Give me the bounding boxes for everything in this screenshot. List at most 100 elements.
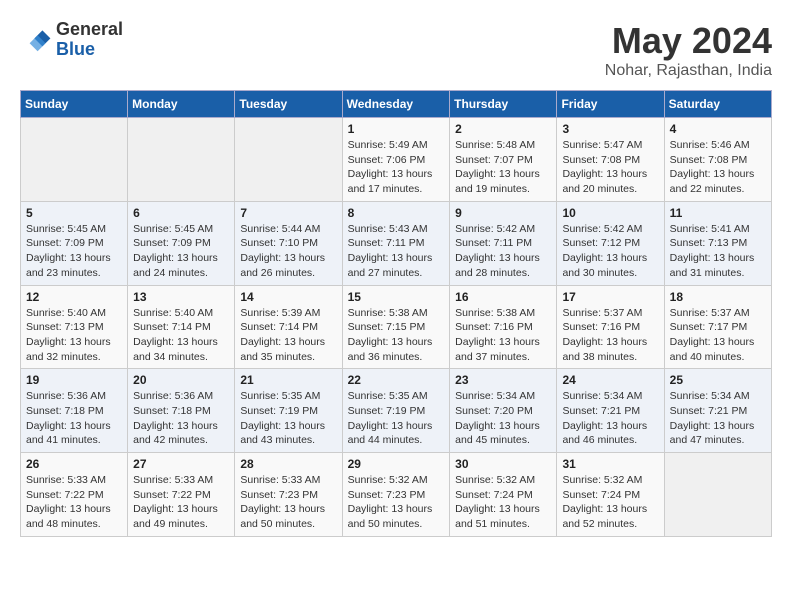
day-number: 19 [26,373,122,387]
day-cell: 5 Sunrise: 5:45 AM Sunset: 7:09 PM Daylig… [21,201,128,285]
day-info: Sunrise: 5:32 AM Sunset: 7:23 PM Dayligh… [348,473,445,532]
day-info: Sunrise: 5:34 AM Sunset: 7:20 PM Dayligh… [455,389,551,448]
day-cell: 21 Sunrise: 5:35 AM Sunset: 7:19 PM Dayli… [235,369,342,453]
day-cell [21,118,128,202]
weekday-header-thursday: Thursday [450,91,557,118]
day-info: Sunrise: 5:44 AM Sunset: 7:10 PM Dayligh… [240,222,336,281]
day-cell: 26Sunrise: 5:33 AM Sunset: 7:22 PM Dayli… [21,453,128,537]
day-info: Sunrise: 5:45 AM Sunset: 7:09 PM Dayligh… [26,222,122,281]
day-cell [235,118,342,202]
day-info: Sunrise: 5:49 AM Sunset: 7:06 PM Dayligh… [348,138,445,197]
day-cell [128,118,235,202]
day-info: Sunrise: 5:38 AM Sunset: 7:15 PM Dayligh… [348,306,445,365]
day-number: 16 [455,290,551,304]
day-cell: 31 Sunrise: 5:32 AM Sunset: 7:24 PM Dayli… [557,453,664,537]
day-info: Sunrise: 5:43 AM Sunset: 7:11 PM Dayligh… [348,222,445,281]
day-info: Sunrise: 5:35 AM Sunset: 7:19 PM Dayligh… [240,389,336,448]
day-cell: 29 Sunrise: 5:32 AM Sunset: 7:23 PM Dayli… [342,453,450,537]
day-cell: 17 Sunrise: 5:37 AM Sunset: 7:16 PM Dayli… [557,285,664,369]
location: Nohar, Rajasthan, India [605,62,772,80]
page-header: General Blue May 2024 Nohar, Rajasthan, … [20,20,772,80]
day-number: 5 [26,206,122,220]
day-cell: 19 Sunrise: 5:36 AM Sunset: 7:18 PM Dayli… [21,369,128,453]
day-number: 12 [26,290,122,304]
day-number: 28 [240,457,336,471]
week-row-3: 12 Sunrise: 5:40 AM Sunset: 7:13 PM Dayli… [21,285,772,369]
day-number: 31 [562,457,658,471]
day-info: Sunrise: 5:42 AM Sunset: 7:11 PM Dayligh… [455,222,551,281]
day-number: 7 [240,206,336,220]
day-info: Sunrise: 5:37 AM Sunset: 7:16 PM Dayligh… [562,306,658,365]
day-info: Sunrise: 5:32 AM Sunset: 7:24 PM Dayligh… [455,473,551,532]
day-cell [664,453,771,537]
day-number: 13 [133,290,229,304]
day-info: Sunrise: 5:41 AM Sunset: 7:13 PM Dayligh… [670,222,766,281]
day-cell: 18 Sunrise: 5:37 AM Sunset: 7:17 PM Dayli… [664,285,771,369]
day-number: 29 [348,457,445,471]
day-number: 25 [670,373,766,387]
day-number: 21 [240,373,336,387]
day-number: 24 [562,373,658,387]
day-info: Sunrise: 5:40 AM Sunset: 7:14 PM Dayligh… [133,306,229,365]
day-cell: 25 Sunrise: 5:34 AM Sunset: 7:21 PM Dayli… [664,369,771,453]
day-number: 6 [133,206,229,220]
day-info: Sunrise: 5:40 AM Sunset: 7:13 PM Dayligh… [26,306,122,365]
day-info: Sunrise: 5:35 AM Sunset: 7:19 PM Dayligh… [348,389,445,448]
day-cell: 2 Sunrise: 5:48 AM Sunset: 7:07 PM Daylig… [450,118,557,202]
day-info: Sunrise: 5:32 AM Sunset: 7:24 PM Dayligh… [562,473,658,532]
weekday-header-friday: Friday [557,91,664,118]
week-row-2: 5 Sunrise: 5:45 AM Sunset: 7:09 PM Daylig… [21,201,772,285]
day-info: Sunrise: 5:34 AM Sunset: 7:21 PM Dayligh… [562,389,658,448]
day-cell: 20 Sunrise: 5:36 AM Sunset: 7:18 PM Dayli… [128,369,235,453]
day-info: Sunrise: 5:36 AM Sunset: 7:18 PM Dayligh… [26,389,122,448]
day-info: Sunrise: 5:45 AM Sunset: 7:09 PM Dayligh… [133,222,229,281]
day-info: Sunrise: 5:38 AM Sunset: 7:16 PM Dayligh… [455,306,551,365]
day-info: Sunrise: 5:33 AM Sunset: 7:22 PM Dayligh… [26,473,122,532]
day-info: Sunrise: 5:39 AM Sunset: 7:14 PM Dayligh… [240,306,336,365]
day-info: Sunrise: 5:34 AM Sunset: 7:21 PM Dayligh… [670,389,766,448]
day-info: Sunrise: 5:47 AM Sunset: 7:08 PM Dayligh… [562,138,658,197]
day-cell: 14 Sunrise: 5:39 AM Sunset: 7:14 PM Dayli… [235,285,342,369]
day-cell: 11 Sunrise: 5:41 AM Sunset: 7:13 PM Dayli… [664,201,771,285]
day-number: 17 [562,290,658,304]
day-cell: 10Sunrise: 5:42 AM Sunset: 7:12 PM Dayli… [557,201,664,285]
day-cell: 9 Sunrise: 5:42 AM Sunset: 7:11 PM Daylig… [450,201,557,285]
day-info: Sunrise: 5:36 AM Sunset: 7:18 PM Dayligh… [133,389,229,448]
weekday-row: SundayMondayTuesdayWednesdayThursdayFrid… [21,91,772,118]
day-info: Sunrise: 5:48 AM Sunset: 7:07 PM Dayligh… [455,138,551,197]
day-cell: 12 Sunrise: 5:40 AM Sunset: 7:13 PM Dayli… [21,285,128,369]
week-row-5: 26Sunrise: 5:33 AM Sunset: 7:22 PM Dayli… [21,453,772,537]
day-cell: 23 Sunrise: 5:34 AM Sunset: 7:20 PM Dayli… [450,369,557,453]
day-number: 27 [133,457,229,471]
day-number: 10 [562,206,658,220]
day-cell: 6 Sunrise: 5:45 AM Sunset: 7:09 PM Daylig… [128,201,235,285]
day-cell: 8 Sunrise: 5:43 AM Sunset: 7:11 PM Daylig… [342,201,450,285]
day-number: 18 [670,290,766,304]
day-number: 14 [240,290,336,304]
weekday-header-saturday: Saturday [664,91,771,118]
day-number: 22 [348,373,445,387]
day-number: 23 [455,373,551,387]
day-info: Sunrise: 5:37 AM Sunset: 7:17 PM Dayligh… [670,306,766,365]
day-info: Sunrise: 5:33 AM Sunset: 7:23 PM Dayligh… [240,473,336,532]
day-number: 11 [670,206,766,220]
day-cell: 15Sunrise: 5:38 AM Sunset: 7:15 PM Dayli… [342,285,450,369]
calendar-body: 1Sunrise: 5:49 AM Sunset: 7:06 PM Daylig… [21,118,772,537]
day-cell: 24 Sunrise: 5:34 AM Sunset: 7:21 PM Dayli… [557,369,664,453]
day-number: 3 [562,122,658,136]
logo-blue: Blue [56,40,123,60]
logo-text: General Blue [56,20,123,60]
day-number: 2 [455,122,551,136]
day-number: 30 [455,457,551,471]
day-number: 20 [133,373,229,387]
week-row-1: 1Sunrise: 5:49 AM Sunset: 7:06 PM Daylig… [21,118,772,202]
calendar-table: SundayMondayTuesdayWednesdayThursdayFrid… [20,90,772,537]
day-info: Sunrise: 5:46 AM Sunset: 7:08 PM Dayligh… [670,138,766,197]
weekday-header-tuesday: Tuesday [235,91,342,118]
week-row-4: 19 Sunrise: 5:36 AM Sunset: 7:18 PM Dayli… [21,369,772,453]
day-cell: 4 Sunrise: 5:46 AM Sunset: 7:08 PM Daylig… [664,118,771,202]
day-number: 4 [670,122,766,136]
logo-icon [20,24,52,56]
day-number: 9 [455,206,551,220]
day-number: 8 [348,206,445,220]
